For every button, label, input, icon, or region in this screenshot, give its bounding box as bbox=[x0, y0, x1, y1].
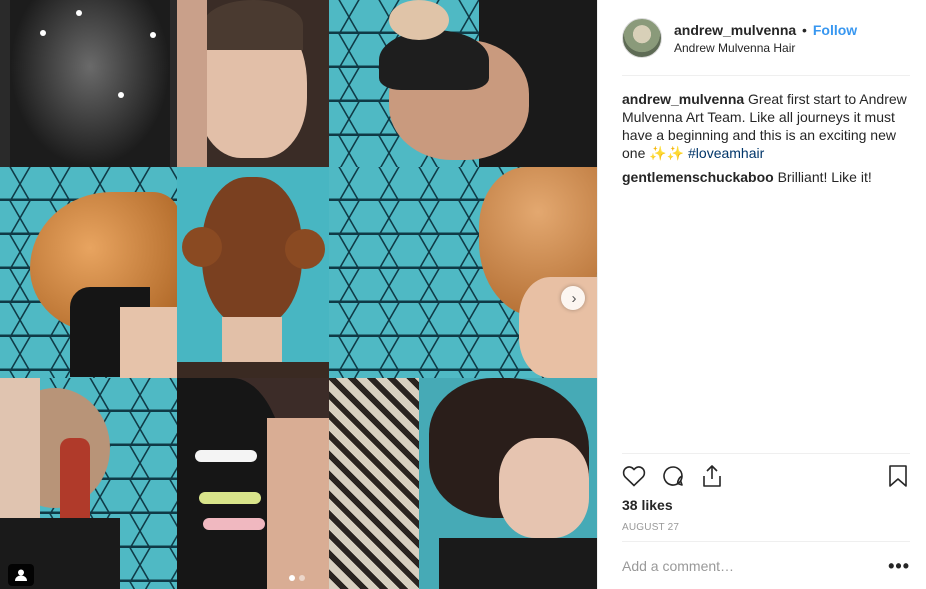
post-header: andrew_mulvenna • Follow Andrew Mulvenna… bbox=[622, 18, 910, 76]
comments-list: andrew_mulvenna Great first start to And… bbox=[622, 90, 910, 192]
photo-short-bob bbox=[329, 378, 597, 589]
comment-username[interactable]: andrew_mulvenna bbox=[622, 91, 744, 107]
caption-comment: andrew_mulvenna Great first start to And… bbox=[622, 90, 910, 162]
more-options-button[interactable]: ••• bbox=[888, 556, 910, 577]
action-bar bbox=[622, 453, 910, 495]
comment-username[interactable]: gentlemenschuckaboo bbox=[622, 169, 774, 185]
carousel-indicator bbox=[289, 575, 305, 581]
hashtag-link[interactable]: #loveamhair bbox=[688, 145, 764, 161]
photo-model-face bbox=[177, 0, 329, 167]
photo-hair-clips bbox=[177, 378, 329, 589]
user-tag-icon[interactable] bbox=[8, 564, 34, 586]
photo-braided-buns bbox=[177, 167, 329, 378]
bookmark-icon bbox=[889, 465, 907, 487]
heart-icon bbox=[622, 466, 646, 487]
comment-item: gentlemenschuckaboo Brilliant! Like it! bbox=[622, 168, 910, 186]
save-button[interactable] bbox=[884, 462, 912, 490]
photo-sectioned-hair bbox=[0, 0, 177, 167]
post-panel: andrew_mulvenna • Follow Andrew Mulvenna… bbox=[597, 0, 926, 589]
carousel-dot-active bbox=[289, 575, 295, 581]
comment-input[interactable] bbox=[622, 558, 872, 574]
carousel-dot bbox=[299, 575, 305, 581]
separator-dot: • bbox=[802, 22, 807, 38]
post-media[interactable]: › bbox=[0, 0, 597, 589]
carousel-next-button[interactable]: › bbox=[561, 286, 585, 310]
location-link[interactable]: Andrew Mulvenna Hair bbox=[674, 41, 795, 55]
comment-button[interactable] bbox=[659, 462, 687, 490]
header-username[interactable]: andrew_mulvenna bbox=[674, 22, 796, 38]
comment-text: Brilliant! Like it! bbox=[777, 169, 872, 185]
comment-icon bbox=[663, 466, 683, 486]
chevron-right-icon: › bbox=[571, 289, 577, 307]
photo-beehive-profile bbox=[0, 167, 177, 378]
likes-count[interactable]: 38 likes bbox=[622, 497, 673, 513]
photo-mannequin bbox=[329, 0, 597, 167]
avatar[interactable] bbox=[622, 18, 662, 58]
photo-volume-updo bbox=[329, 167, 597, 378]
add-comment-section: ••• bbox=[622, 541, 910, 589]
post-date[interactable]: AUGUST 27 bbox=[622, 522, 679, 533]
follow-button[interactable]: Follow bbox=[813, 22, 857, 38]
share-icon bbox=[703, 465, 721, 487]
photo-cornrow-braids bbox=[0, 378, 177, 589]
like-button[interactable] bbox=[620, 462, 648, 490]
share-button[interactable] bbox=[698, 462, 726, 490]
header-user-line: andrew_mulvenna • Follow bbox=[674, 22, 857, 38]
